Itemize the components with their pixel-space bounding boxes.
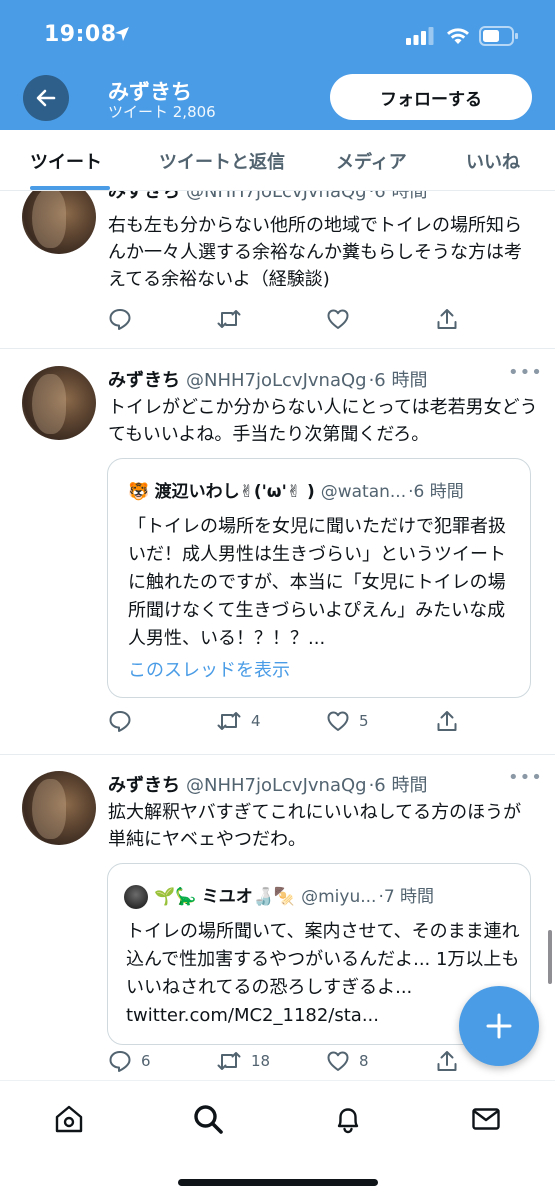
heart-icon [327,711,349,731]
tweet-author-name[interactable]: みずきち [108,191,180,202]
active-tab-indicator [30,186,110,190]
tab-tweets[interactable]: ツイート [30,148,102,174]
tweet-author-name[interactable]: みずきち [108,775,180,796]
avatar[interactable] [22,366,96,440]
tweet-header: みずきち @NHH7joLcvJvnaQg ·6 時間 [108,191,427,203]
tweet-count: ツイート 2,806 [108,103,216,121]
retweet-icon [217,1052,241,1070]
show-thread-link[interactable]: このスレッドを表示 [128,656,290,682]
plus-icon [486,1013,512,1039]
quote-handle: @miyu... [301,887,377,907]
heart-icon [327,1051,349,1071]
reply-button[interactable]: 6 [108,1049,151,1073]
retweet-icon [217,712,241,730]
search-icon[interactable] [192,1103,224,1135]
tweet-text: トイレがどこか分からない人にとっては老若男女どうてもいいよね。手当たり次第聞くだ… [108,397,538,445]
share-icon [437,711,457,731]
status-time: 19:08 [44,22,117,47]
bell-icon[interactable] [332,1103,364,1135]
home-indicator [178,1179,378,1186]
tweet-handle: @NHH7joLcvJvnaQg [186,370,367,391]
location-arrow-icon [115,27,129,41]
tweet-time: ·6 時間 [368,191,428,202]
retweet-icon [217,310,241,328]
avatar[interactable] [22,771,96,845]
share-button[interactable] [436,307,458,331]
wifi-icon [447,28,469,44]
like-count: 8 [359,1052,369,1070]
like-button[interactable]: 5 [326,709,369,733]
signal-icon [406,27,434,45]
like-count: 5 [359,712,369,730]
quote-handle: @watan... [320,482,407,502]
quote-time: ·7 時間 [378,887,435,907]
quote-avatar-emoji: 🐯 [128,482,150,502]
back-arrow-icon [36,89,56,107]
more-options-icon[interactable]: ••• [508,191,543,194]
quote-text: 「トイレの場所を女児に聞いただけで犯罪者扱いだ！成人男性は生きづらい」というツイ… [128,516,506,649]
tab-likes[interactable]: いいね [466,148,520,174]
reply-icon [109,309,131,330]
reply-count: 6 [141,1052,151,1070]
tweet-actions: 6 18 8 [108,1049,458,1075]
quote-avatar [124,885,148,909]
tweet-time: ·6 時間 [368,775,428,796]
quote-author-name: ミユオ🍶🍢 [201,887,296,907]
quoted-tweet[interactable]: 🐯 渡辺いわし✌('ω'✌ ) @watan... ·6 時間 「トイレの場所を女児… [107,458,531,698]
tweet[interactable]: みずきち @NHH7joLcvJvnaQg ·6 時間 ••• トイレがどこか分から… [0,350,555,755]
heart-icon [327,309,349,329]
quote-avatar-emoji: 🌱🦕 [154,887,197,907]
reply-button[interactable] [108,709,141,733]
tweet-time: ·6 時間 [368,370,428,391]
tweet-actions: 4 5 [108,709,458,735]
quote-header: 🌱🦕 ミユオ🍶🍢 @miyu... ·7 時間 [124,882,434,909]
tweet-handle: @NHH7joLcvJvnaQg [186,191,367,202]
more-options-icon[interactable]: ••• [508,767,543,788]
profile-header: 19:08 みずきち ツイート 2,806 フォローする [0,0,555,130]
retweet-count: 4 [251,712,261,730]
retweet-button[interactable] [216,307,251,331]
share-button[interactable] [436,709,458,733]
like-button[interactable] [326,307,359,331]
back-button[interactable] [23,75,69,121]
tweet[interactable]: みずきち @NHH7joLcvJvnaQg·6 時間 ••• 右も左も分からない他… [0,191,555,349]
share-button[interactable] [436,1049,458,1073]
like-button[interactable]: 8 [326,1049,369,1073]
share-icon [437,1051,457,1071]
timeline[interactable]: みずきち@NHH7joLcvJvnaQg·6 時間 ••• 右も左も分からない他… [0,191,555,1080]
reply-icon [109,1051,131,1072]
profile-tabs: ツイート ツイートと返信 メディア いいね [0,130,555,191]
compose-tweet-button[interactable] [459,986,539,1066]
quote-author-name: 渡辺いわし✌('ω'✌ ) [154,482,315,502]
reply-icon [109,711,131,732]
retweet-button[interactable]: 4 [216,709,261,733]
tweet-actions [108,307,458,333]
tweet-text: 右も左も分からない他所の地域でトイレの場所知らんか一々人選する余裕なんか糞もらし… [108,215,522,290]
home-icon[interactable] [53,1103,85,1135]
tweet-header: みずきち @NHH7joLcvJvnaQg ·6 時間 [108,771,427,797]
tweet-text: 拡大解釈ヤバすぎてこれにいいねしてる方のほうが単純にヤベェやつだわ。 [108,802,522,850]
tweet-handle: @NHH7joLcvJvnaQg [186,775,367,796]
follow-button[interactable]: フォローする [330,74,532,120]
mail-icon[interactable] [470,1103,502,1135]
retweet-button[interactable]: 18 [216,1049,270,1073]
more-options-icon[interactable]: ••• [508,362,543,383]
reply-button[interactable] [108,307,141,331]
retweet-count: 18 [251,1052,271,1070]
battery-icon [479,26,518,46]
share-icon [437,309,457,329]
tweet-author-name[interactable]: みずきち [108,370,180,391]
tab-tweets-and-replies[interactable]: ツイートと返信 [159,148,285,174]
quote-time: ·6 時間 [408,482,464,502]
quote-header: 🐯 渡辺いわし✌('ω'✌ ) @watan... ·6 時間 [128,477,464,502]
avatar[interactable] [22,191,96,254]
tweet-header: みずきち @NHH7joLcvJvnaQg ·6 時間 [108,366,427,392]
tab-media[interactable]: メディア [336,148,407,174]
scrollbar[interactable] [548,930,552,984]
